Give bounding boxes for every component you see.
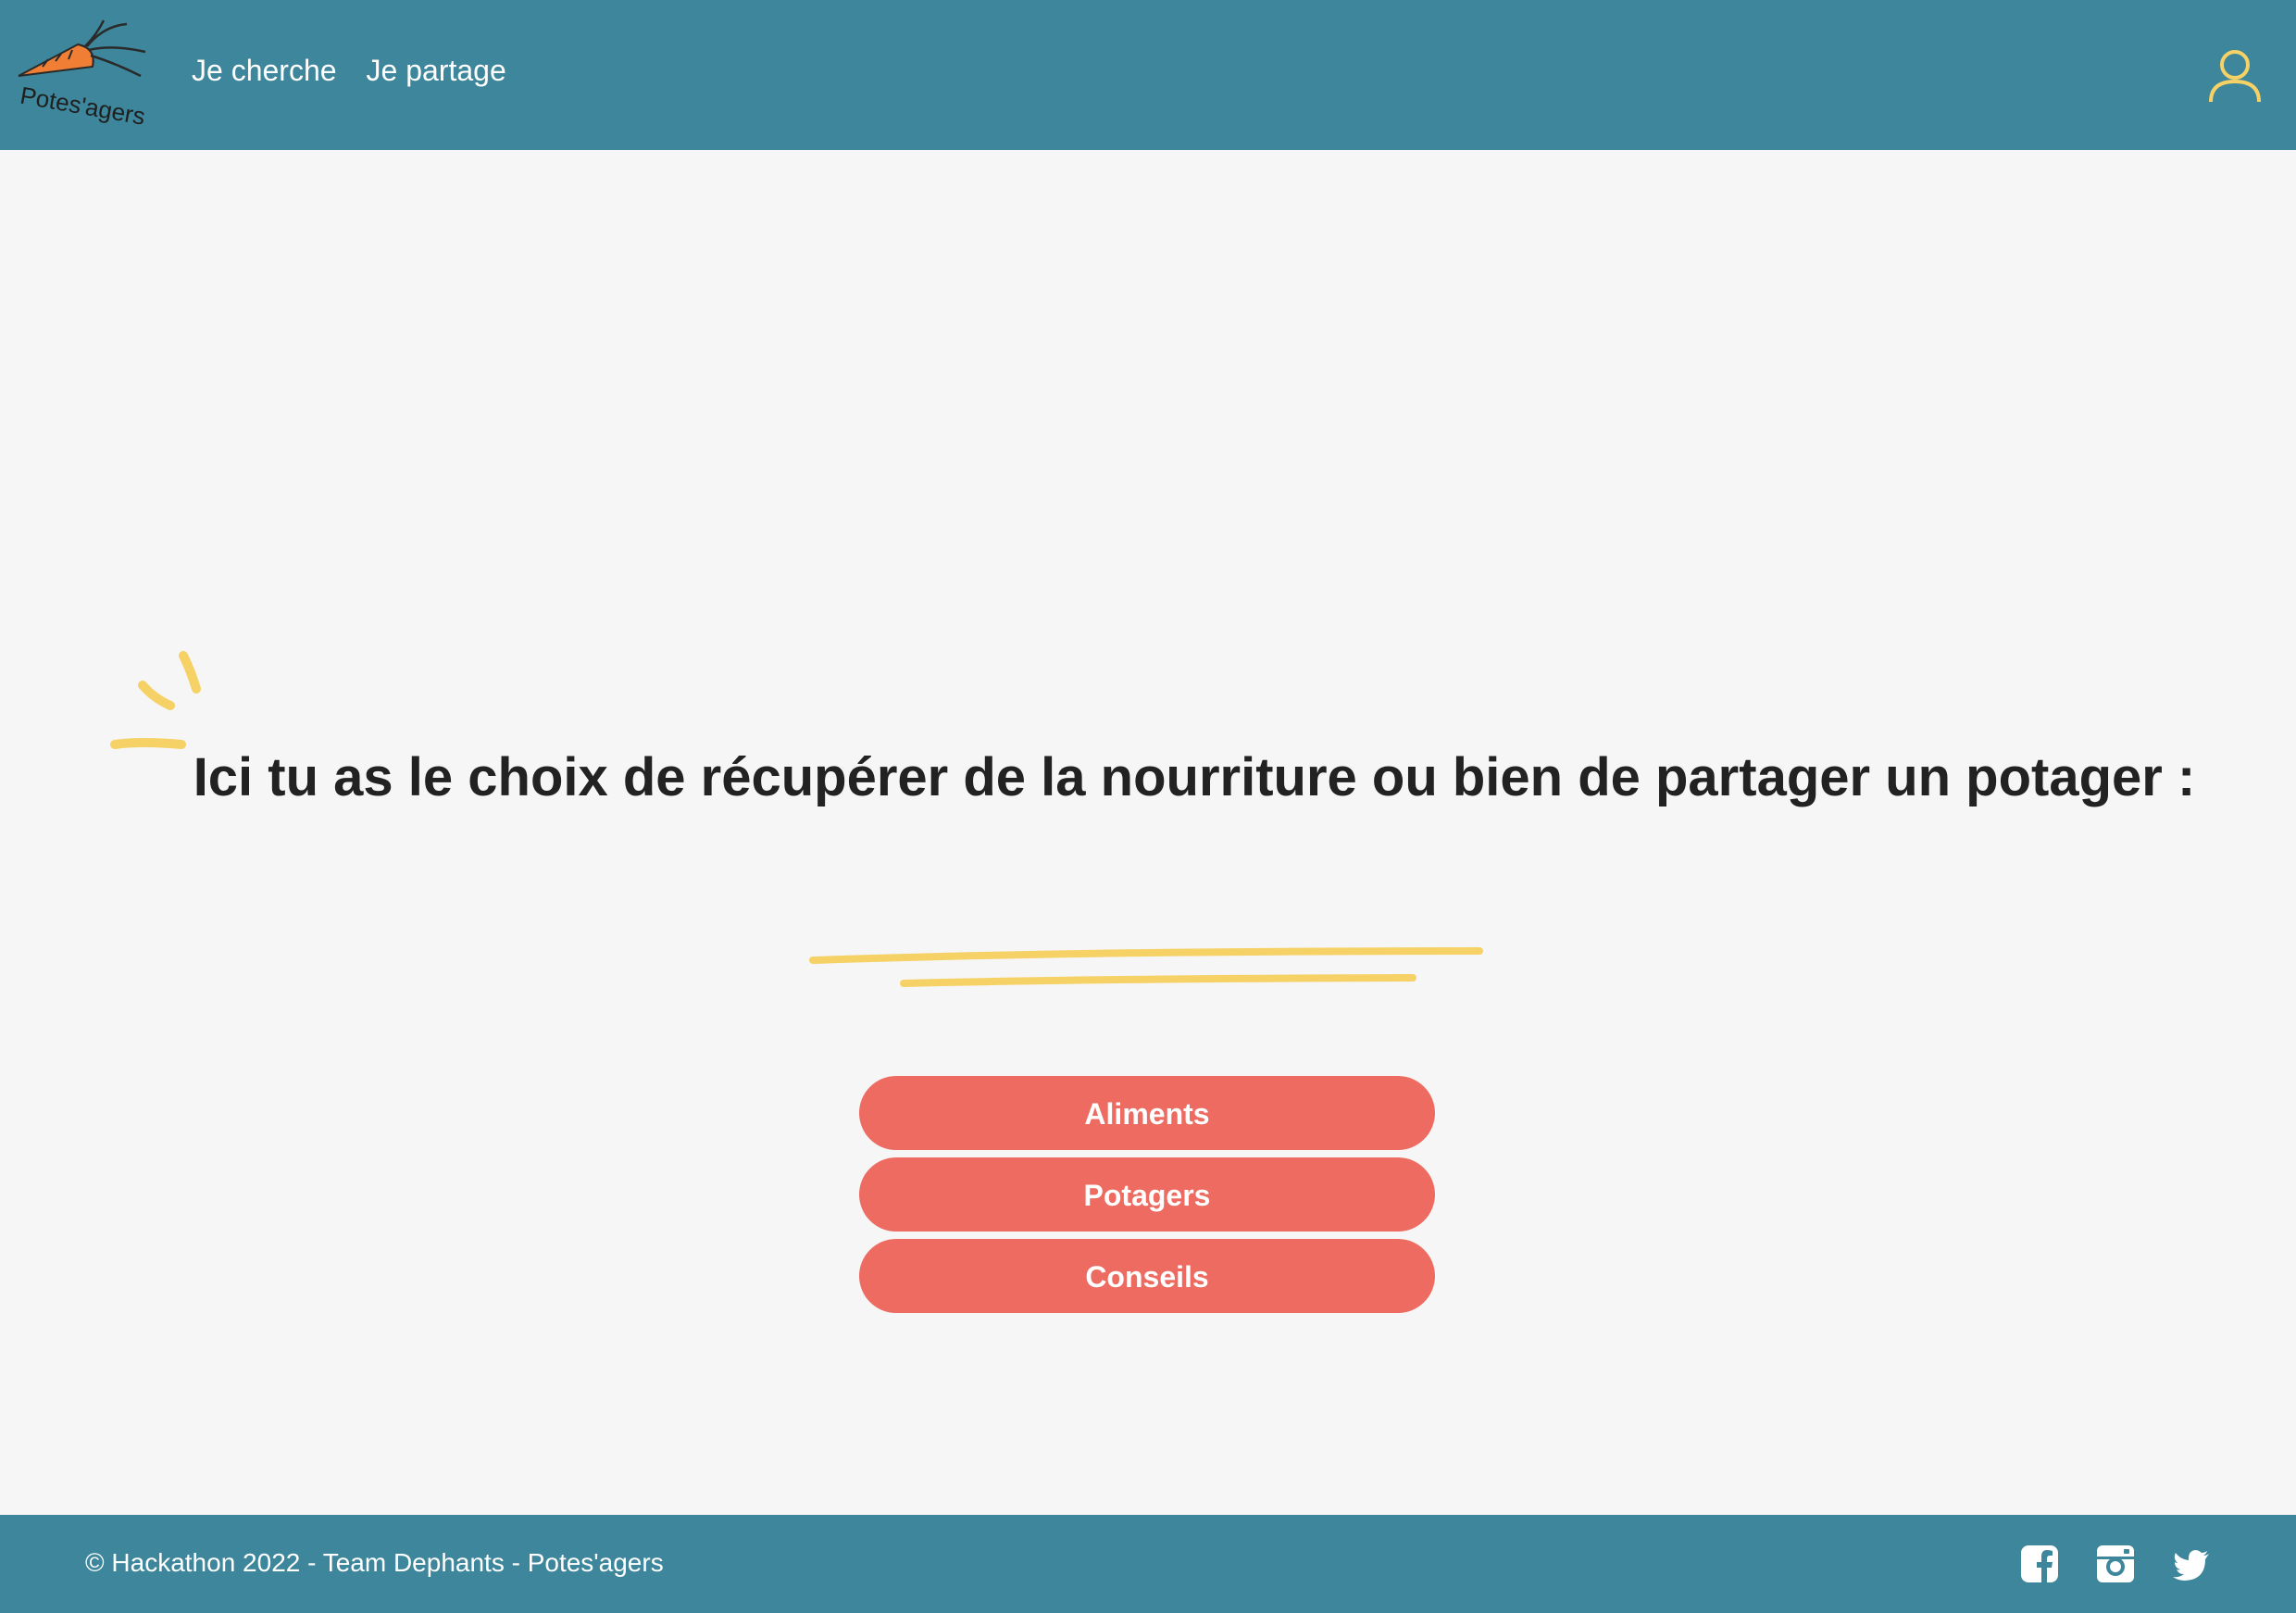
headline-underline-decoration — [809, 947, 1483, 987]
choice-buttons: Aliments Potagers Conseils — [859, 1076, 1435, 1313]
conseils-button[interactable]: Conseils — [859, 1239, 1435, 1313]
twitter-icon[interactable] — [2172, 1544, 2211, 1583]
main-content: Ici tu as le choix de récupérer de la no… — [0, 150, 2296, 1515]
facebook-icon[interactable] — [2020, 1544, 2059, 1583]
page-headline: Ici tu as le choix de récupérer de la no… — [193, 747, 2196, 807]
main-nav: Je cherche Je partage — [192, 54, 506, 88]
nav-je-cherche[interactable]: Je cherche — [192, 54, 337, 88]
copyright-text: © Hackathon 2022 - Team Dephants - Potes… — [85, 1548, 664, 1577]
logo-text: Potes'agers — [19, 81, 148, 131]
site-footer: © Hackathon 2022 - Team Dephants - Potes… — [0, 1515, 2296, 1613]
potagers-button[interactable]: Potagers — [859, 1157, 1435, 1232]
site-header: Potes'agers Je cherche Je partage — [0, 0, 2296, 150]
instagram-icon[interactable] — [2096, 1544, 2135, 1583]
social-links — [2020, 1544, 2211, 1583]
user-profile-icon[interactable] — [2205, 46, 2265, 106]
aliments-button[interactable]: Aliments — [859, 1076, 1435, 1150]
potesagers-logo[interactable]: Potes'agers — [11, 19, 159, 134]
nav-je-partage[interactable]: Je partage — [367, 54, 506, 88]
